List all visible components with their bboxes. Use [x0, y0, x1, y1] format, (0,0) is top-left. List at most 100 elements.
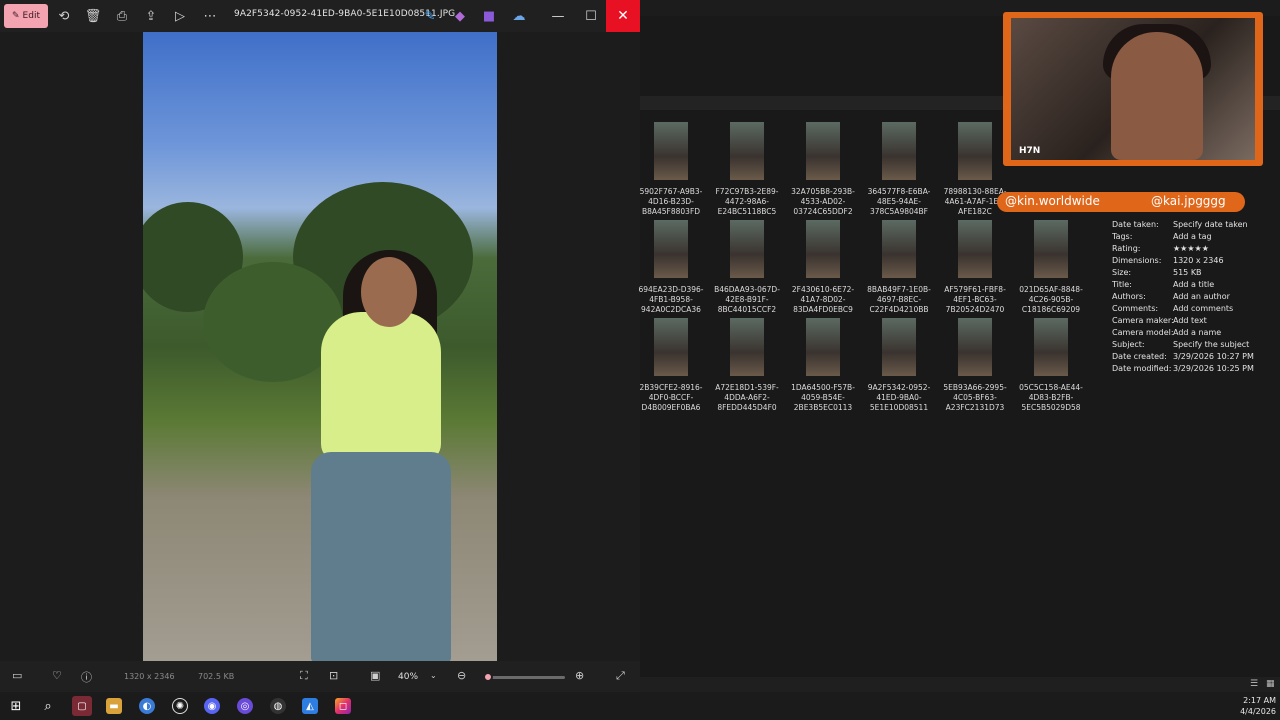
start-icon[interactable]: ⊞: [8, 698, 24, 714]
chevron-down-icon[interactable]: ⌄: [430, 671, 437, 680]
rotate-icon[interactable]: ⟲: [52, 4, 76, 28]
chrome-icon[interactable]: ◍: [270, 698, 286, 714]
detail-key: Date taken:: [1112, 220, 1159, 229]
detail-value[interactable]: Add a name: [1173, 328, 1221, 337]
person-head: [361, 257, 417, 327]
thumbnail-image: [882, 318, 916, 376]
clipchamp-icon[interactable]: ◆: [448, 4, 472, 28]
search-icon[interactable]: ⌕: [40, 698, 56, 714]
displayed-photo: [143, 32, 497, 661]
detail-key: Authors:: [1112, 292, 1146, 301]
detail-value[interactable]: Add a tag: [1173, 232, 1212, 241]
thumbnail-label: 694EA23D-D396-4FB1-B958-942A0C2DCA36: [638, 285, 704, 314]
detail-key: Rating:: [1112, 244, 1141, 253]
thumbnail-item[interactable]: 021D65AF-8848-4C26-905B-C18186C69209: [1013, 220, 1089, 316]
crop-icon[interactable]: ⛶: [300, 669, 308, 683]
zoom-value[interactable]: 40%: [398, 672, 418, 682]
thumbnail-item[interactable]: 2F430610-6E72-41A7-8D02-83DA4FD0EBC9: [785, 220, 861, 316]
system-clock[interactable]: 2:17 AM 4/4/2026: [1236, 695, 1276, 717]
fullscreen-icon[interactable]: ⤢: [616, 669, 625, 683]
thumbnail-item[interactable]: 1DA64500-F57B-4059-B54E-2BE3B5EC0113: [785, 318, 861, 414]
thumbnail-label: 2F430610-6E72-41A7-8D02-83DA4FD0EBC9: [791, 285, 855, 314]
detail-value[interactable]: Add an author: [1173, 292, 1230, 301]
detail-value[interactable]: 1320 x 2346: [1173, 256, 1224, 265]
thumbnail-image: [958, 318, 992, 376]
details-view-icon[interactable]: ☰: [1250, 679, 1258, 689]
image-dimensions: 1320 x 2346: [124, 672, 175, 681]
visual-search-icon[interactable]: ⊡: [329, 669, 338, 682]
thumbnail-image: [806, 318, 840, 376]
webcam-feed: H7N: [1011, 18, 1255, 160]
detail-value[interactable]: Add text: [1173, 316, 1207, 325]
file-size: 702.5 KB: [198, 672, 235, 681]
streamer: [1111, 32, 1203, 160]
close-button[interactable]: ✕: [606, 0, 640, 32]
detail-value[interactable]: ★★★★★: [1173, 244, 1209, 253]
thumbnail-image: [806, 220, 840, 278]
thumbnail-item[interactable]: 05C5C158-AE44-4D83-B2FB-5EC5B5029D58: [1013, 318, 1089, 414]
zoom-in-icon[interactable]: ⊕: [575, 669, 584, 682]
file-explorer-icon[interactable]: ▬: [106, 698, 122, 714]
minimize-button[interactable]: —: [546, 4, 570, 28]
thumbnail-image: [958, 220, 992, 278]
edit-button[interactable]: ✎ Edit: [4, 4, 48, 28]
thumbnail-item[interactable]: AF579F61-FBF8-4EF1-BC63-7B20524D2470: [937, 220, 1013, 316]
share-icon[interactable]: ⇪: [139, 4, 163, 28]
thumbnail-item[interactable]: 5902F767-A9B3-4D16-B23D-B8A45F8803FD: [633, 122, 709, 218]
discord-icon[interactable]: ◉: [204, 698, 220, 714]
detail-value[interactable]: 515 KB: [1173, 268, 1202, 277]
thumbnail-label: 9A2F5342-0952-41ED-9BA0-5E1E10D08511: [867, 383, 931, 412]
instagram-icon[interactable]: ◻: [335, 698, 351, 714]
print-icon[interactable]: ⎙: [110, 4, 134, 28]
fit-icon[interactable]: ▣: [370, 669, 380, 682]
clock-time: 2:17 AM: [1243, 696, 1276, 705]
thumbnail-item[interactable]: 694EA23D-D396-4FB1-B958-942A0C2DCA36: [633, 220, 709, 316]
detail-key: Title:: [1112, 280, 1132, 289]
thumbnail-item[interactable]: A72E18D1-539F-4DDA-A6F2-8FEDD445D4F0: [709, 318, 785, 414]
detail-value[interactable]: Add comments: [1173, 304, 1233, 313]
filmstrip-icon[interactable]: ▭: [12, 669, 22, 682]
details-pane: Date taken: Specify date taken Tags: Add a …: [1104, 220, 1274, 390]
maximize-button[interactable]: ☐: [579, 4, 603, 28]
tiles-view-icon[interactable]: ▦: [1266, 679, 1275, 689]
onedrive-icon[interactable]: ☁: [507, 4, 531, 28]
favorite-icon[interactable]: ♡: [52, 669, 62, 682]
detail-value[interactable]: Specify date taken: [1173, 220, 1248, 229]
active-app-icon[interactable]: ▢: [72, 696, 92, 716]
info-icon[interactable]: ⓘ: [81, 669, 92, 685]
detail-value[interactable]: 3/29/2026 10:25 PM: [1173, 364, 1254, 373]
browser-icon[interactable]: ◐: [139, 698, 155, 714]
zoom-slider-thumb[interactable]: [483, 672, 493, 682]
thumbnail-item[interactable]: 5EB93A66-2995-4C05-BF63-A23FC2131D73: [937, 318, 1013, 414]
thumbnail-item[interactable]: F72C97B3-2E89-4472-98A6-E24BC5118BC5: [709, 122, 785, 218]
zoom-out-icon[interactable]: ⊖: [457, 669, 466, 682]
thumbnail-item[interactable]: 32A705B8-293B-4533-AD02-03724C65DDF2: [785, 122, 861, 218]
detail-value[interactable]: Add a title: [1173, 280, 1214, 289]
clock-date: 4/4/2026: [1240, 707, 1276, 716]
obs-icon[interactable]: ◎: [237, 698, 253, 714]
thumbnail-item[interactable]: 9A2F5342-0952-41ED-9BA0-5E1E10D08511: [861, 318, 937, 414]
more-icon[interactable]: ⋯: [198, 4, 222, 28]
thumbnail-label: 021D65AF-8848-4C26-905B-C18186C69209: [1019, 285, 1083, 314]
detail-value[interactable]: Specify the subject: [1173, 340, 1249, 349]
zoom-slider[interactable]: [485, 676, 565, 679]
photos-icon[interactable]: ◭: [302, 698, 318, 714]
thumbnail-label: B46DAA93-067D-42E8-B91F-8BC44015CCF2: [714, 285, 780, 314]
thumbnail-item[interactable]: B46DAA93-067D-42E8-B91F-8BC44015CCF2: [709, 220, 785, 316]
slideshow-icon[interactable]: ▷: [168, 4, 192, 28]
thumbnail-label: 5EB93A66-2995-4C05-BF63-A23FC2131D73: [943, 383, 1007, 412]
chatgpt-icon[interactable]: ✺: [172, 698, 188, 714]
thumbnail-item[interactable]: 8BAB49F7-1E0B-4697-B8EC-C22F4D4210BB: [861, 220, 937, 316]
thumbnail-item[interactable]: 364577F8-E6BA-48E5-94AE-378C5A9804BF: [861, 122, 937, 218]
edit-with-app-icon[interactable]: ✎: [418, 4, 442, 28]
detail-value[interactable]: 3/29/2026 10:27 PM: [1173, 352, 1254, 361]
thumbnail-image: [1034, 220, 1068, 278]
webcam-overlay: H7N: [1003, 12, 1263, 166]
thumbnail-item[interactable]: 2B39CFE2-8916-4DF0-BCCF-D4B009EF0BA6: [633, 318, 709, 414]
thumbnail-image: [730, 318, 764, 376]
delete-icon[interactable]: 🗑: [81, 4, 105, 28]
channel-logo: H7N: [1019, 146, 1041, 156]
detail-key: Camera maker:: [1112, 316, 1174, 325]
thumbnail-label: 05C5C158-AE44-4D83-B2FB-5EC5B5029D58: [1019, 383, 1083, 412]
designer-icon[interactable]: ■: [477, 4, 501, 28]
